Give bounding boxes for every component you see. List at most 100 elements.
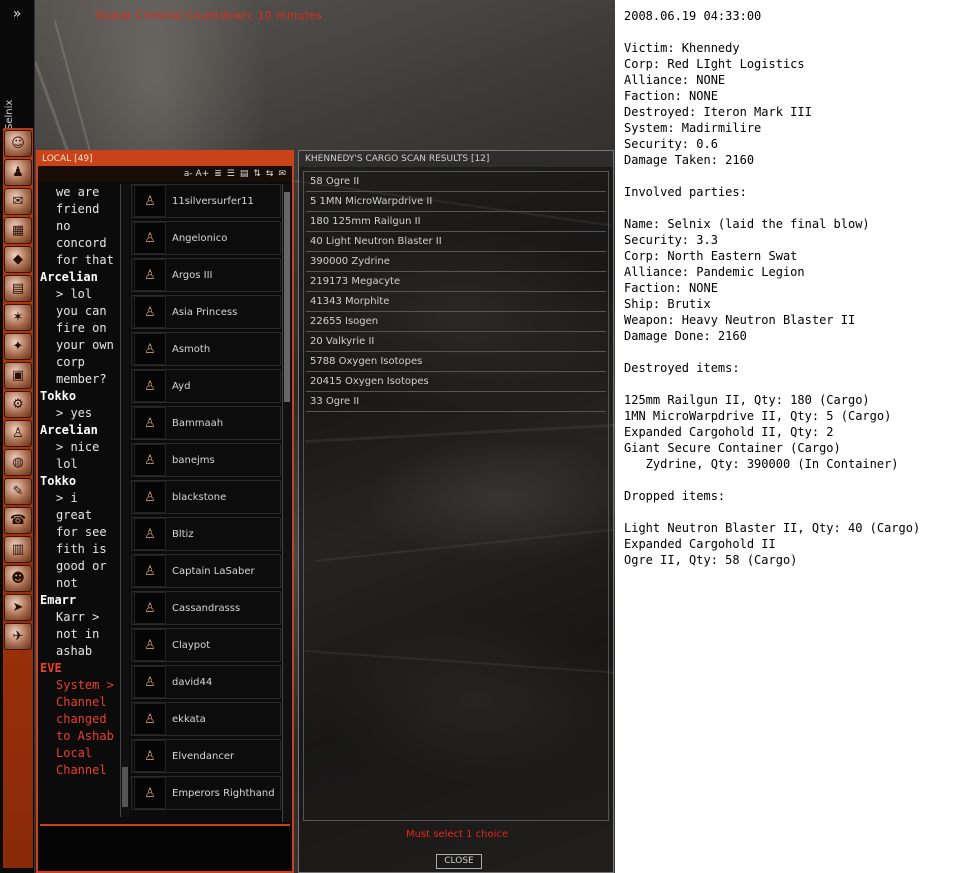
cargo-scan-list[interactable]: 58 Ogre II 5 1MN MicroWarpdrive II 180 125… <box>303 171 609 821</box>
member-portrait[interactable]: ♙ <box>134 777 166 809</box>
chat-sender[interactable]: Tokko <box>40 474 76 488</box>
drones-button[interactable]: ✈ <box>4 623 32 650</box>
pilot-name[interactable]: Selnix <box>4 60 28 130</box>
member-portrait[interactable]: ♙ <box>134 518 166 550</box>
member-row[interactable]: ♙ Asia Princess <box>131 295 281 329</box>
cargo-scan-window[interactable]: KHENNEDY'S CARGO SCAN RESULTS [12] 58 Og… <box>298 150 614 873</box>
cargo-scan-item[interactable]: 5788 Oxygen Isotopes <box>306 353 606 372</box>
member-portrait[interactable]: ♙ <box>134 592 166 624</box>
cargo-scan-item[interactable]: 219173 Megacyte <box>306 273 606 292</box>
member-name[interactable]: Asmoth <box>172 344 210 355</box>
member-row[interactable]: ♙ blackstone <box>131 480 281 514</box>
member-row[interactable]: ♙ Elvendancer <box>131 739 281 773</box>
close-button[interactable]: CLOSE <box>436 854 482 869</box>
member-row[interactable]: ♙ 11silversurfer11 <box>131 184 281 218</box>
local-tool-3[interactable]: ▤ <box>240 169 249 179</box>
member-name[interactable]: ekkata <box>172 714 206 725</box>
member-row[interactable]: ♙ Cassandrasss <box>131 591 281 625</box>
member-name[interactable]: Asia Princess <box>172 307 237 318</box>
character-sheet-button[interactable]: ☺ <box>4 130 32 157</box>
member-name[interactable]: Cassandrasss <box>172 603 240 614</box>
local-tool-1[interactable]: ≣ <box>214 169 222 179</box>
member-name[interactable]: Angelonico <box>172 233 227 244</box>
member-name[interactable]: david44 <box>172 677 212 688</box>
cargo-scan-item[interactable]: 390000 Zydrine <box>306 253 606 272</box>
local-tool-5[interactable]: ⇆ <box>266 169 274 179</box>
chat-input[interactable] <box>40 824 290 870</box>
member-row[interactable]: ♙ Angelonico <box>131 221 281 255</box>
member-portrait[interactable]: ♙ <box>134 481 166 513</box>
member-portrait[interactable]: ♙ <box>134 370 166 402</box>
member-name[interactable]: Bammaah <box>172 418 223 429</box>
member-name[interactable]: Argos III <box>172 270 212 281</box>
member-name[interactable]: Captain LaSaber <box>172 566 255 577</box>
member-scrollbar[interactable] <box>282 184 291 822</box>
cargo-scan-item[interactable]: 22655 Isogen <box>306 313 606 332</box>
member-row[interactable]: ♙ Claypot <box>131 628 281 662</box>
member-row[interactable]: ♙ Emperors Righthand <box>131 776 281 810</box>
member-list[interactable]: ♙ 11silversurfer11 ♙ Angelonico ♙ Argos III ♙ A… <box>131 184 281 822</box>
cargo-scan-item[interactable]: 20415 Oxygen Isotopes <box>306 373 606 392</box>
local-tool-0[interactable]: a- A+ <box>184 169 209 179</box>
member-name[interactable]: blackstone <box>172 492 226 503</box>
member-portrait[interactable]: ♙ <box>134 333 166 365</box>
member-name[interactable]: 11silversurfer11 <box>172 196 254 207</box>
cargo-scan-item[interactable]: 5 1MN MicroWarpdrive II <box>306 193 606 212</box>
local-tool-6[interactable]: ✉ <box>278 169 286 179</box>
member-row[interactable]: ♙ Bltiz <box>131 517 281 551</box>
member-name[interactable]: Ayd <box>172 381 190 392</box>
member-portrait[interactable]: ♙ <box>134 666 166 698</box>
member-portrait[interactable]: ♙ <box>134 185 166 217</box>
aura-button[interactable]: ☻ <box>4 565 32 592</box>
notepad-button[interactable]: ✎ <box>4 478 32 505</box>
member-name[interactable]: Claypot <box>172 640 210 651</box>
cargo-scan-item[interactable]: 33 Ogre II <box>306 393 606 412</box>
member-row[interactable]: ♙ Bammaah <box>131 406 281 440</box>
chat-sender[interactable]: Tokko <box>40 389 76 403</box>
member-portrait[interactable]: ♙ <box>134 703 166 735</box>
member-scrollbar-thumb[interactable] <box>284 192 290 402</box>
cargo-scan-item[interactable]: 180 125mm Railgun II <box>306 213 606 232</box>
member-portrait[interactable]: ♙ <box>134 629 166 661</box>
member-portrait[interactable]: ♙ <box>134 222 166 254</box>
member-row[interactable]: ♙ Ayd <box>131 369 281 403</box>
local-chat-window[interactable]: LOCAL [49] a- A+ ≣ ☰ ▤ ⇅ ⇆ ✉ we are friend no … <box>36 150 294 873</box>
member-name[interactable]: Emperors Righthand <box>172 788 275 799</box>
chat-sender[interactable]: Arcelian <box>40 270 98 284</box>
cargo-scan-title[interactable]: KHENNEDY'S CARGO SCAN RESULTS [12] <box>299 151 613 167</box>
member-portrait[interactable]: ♙ <box>134 444 166 476</box>
member-name[interactable]: Elvendancer <box>172 751 234 762</box>
member-portrait[interactable]: ♙ <box>134 296 166 328</box>
local-tool-4[interactable]: ⇅ <box>253 169 261 179</box>
help-button[interactable]: ☎ <box>4 507 32 534</box>
chat-scrollbar[interactable] <box>120 184 129 817</box>
browser-button[interactable]: ◍ <box>4 449 32 476</box>
member-row[interactable]: ♙ ekkata <box>131 702 281 736</box>
calculator-button[interactable]: ▥ <box>4 536 32 563</box>
local-chat-title[interactable]: LOCAL [49] <box>38 152 292 166</box>
member-portrait[interactable]: ♙ <box>134 407 166 439</box>
member-name[interactable]: banejms <box>172 455 215 466</box>
fleet-button[interactable]: ♙ <box>4 420 32 447</box>
cargo-scan-item[interactable]: 58 Ogre II <box>306 173 606 192</box>
chat-scrollbar-thumb[interactable] <box>122 767 128 807</box>
cargo-scan-item[interactable]: 20 Valkyrie II <box>306 333 606 352</box>
mail-button[interactable]: ✉ <box>4 188 32 215</box>
cargo-scan-item[interactable]: 40 Light Neutron Blaster II <box>306 233 606 252</box>
neocom-expand-button[interactable]: » <box>0 4 34 24</box>
member-row[interactable]: ♙ Captain LaSaber <box>131 554 281 588</box>
member-row[interactable]: ♙ david44 <box>131 665 281 699</box>
member-portrait[interactable]: ♙ <box>134 740 166 772</box>
chat-sender[interactable]: EVE <box>40 661 62 675</box>
member-row[interactable]: ♙ Asmoth <box>131 332 281 366</box>
science-button[interactable]: ⚙ <box>4 391 32 418</box>
cargo-scan-item[interactable]: 41343 Morphite <box>306 293 606 312</box>
member-row[interactable]: ♙ banejms <box>131 443 281 477</box>
corporation-button[interactable]: ✦ <box>4 333 32 360</box>
member-portrait[interactable]: ♙ <box>134 555 166 587</box>
member-portrait[interactable]: ♙ <box>134 259 166 291</box>
chat-sender[interactable]: Emarr <box>40 593 76 607</box>
map-button[interactable]: ✶ <box>4 304 32 331</box>
chat-message-list[interactable]: we are friend no concord for that Arcelia… <box>40 184 120 817</box>
wallet-button[interactable]: ◆ <box>4 246 32 273</box>
